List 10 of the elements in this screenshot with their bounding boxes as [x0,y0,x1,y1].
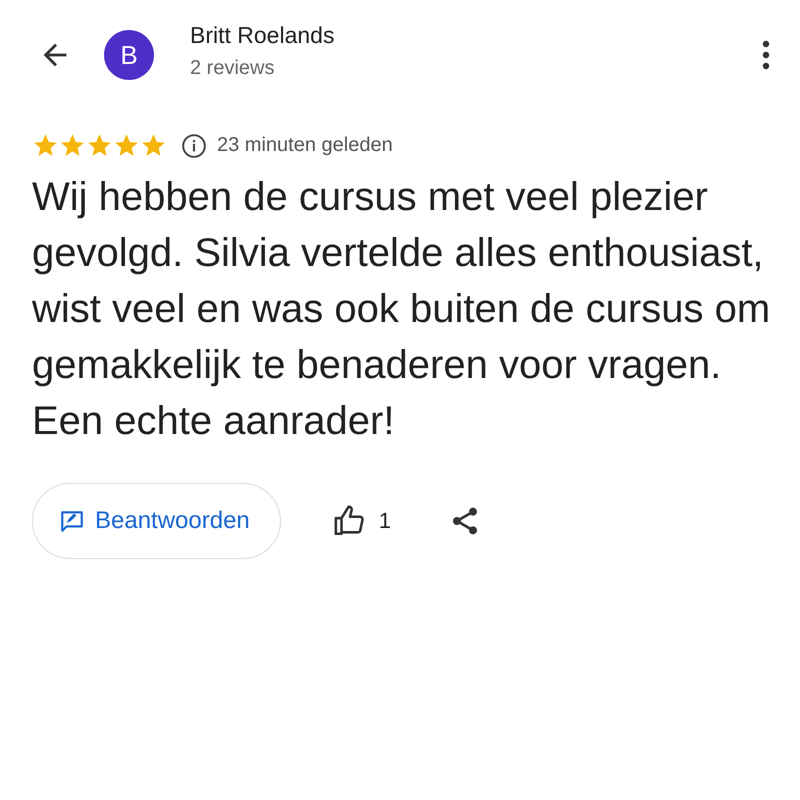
info-icon[interactable] [181,132,207,158]
reply-button[interactable]: Beantwoorden [32,483,281,559]
more-options-icon[interactable] [762,40,770,70]
review-time: 23 minuten geleden [217,134,393,157]
review-text: Wij hebben de cursus met veel plezier gevolgd. Silvia vertelde alles enthousiast, wist veel en was ook buiten de cursus om gemakkelijk te benaderen voor vragen. Een echte aanrader! [32,174,772,445]
reviewer-name: Britt Roelands [190,22,336,49]
review-count: 2 reviews [190,57,276,80]
like-count: 1 [378,508,392,534]
avatar: B [104,30,154,80]
thumbs-up-icon[interactable] [332,504,367,538]
